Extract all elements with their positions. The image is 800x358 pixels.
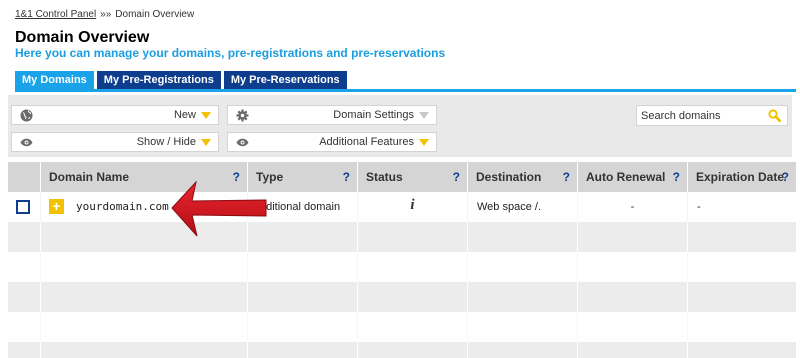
additional-features-button[interactable]: Additional Features <box>227 132 437 152</box>
type-cell: dditional domain <box>247 192 357 222</box>
column-header-label: Auto Renewal <box>586 170 666 184</box>
eye-icon <box>236 136 249 149</box>
empty-table-row <box>8 282 796 312</box>
breadcrumb: 1&1 Control Panel »» Domain Overview <box>15 9 194 20</box>
column-header-label: Status <box>366 170 403 184</box>
column-header-domain-name[interactable]: Domain Name ? <box>40 162 247 192</box>
table-header: Domain Name ? Type ? Status ? Destinatio… <box>8 162 796 192</box>
auto-renewal-value: - <box>630 201 635 213</box>
search-input[interactable] <box>641 108 766 123</box>
new-button-label: New <box>173 109 196 121</box>
search-box <box>636 105 788 126</box>
column-header-label: Expiration Date <box>696 170 785 184</box>
help-icon[interactable]: ? <box>563 162 570 192</box>
breadcrumb-current: Domain Overview <box>115 9 195 20</box>
select-column-header <box>8 162 40 192</box>
column-header-destination[interactable]: Destination ? <box>467 162 577 192</box>
page-subtitle: Here you can manage your domains, pre-re… <box>15 46 446 60</box>
search-icon[interactable] <box>768 109 782 123</box>
breadcrumb-separator: »» <box>100 9 112 20</box>
expiration-date-value: - <box>697 201 701 213</box>
help-icon[interactable]: ? <box>782 162 789 192</box>
column-header-expiration-date[interactable]: Expiration Date ? <box>687 162 796 192</box>
auto-renewal-cell: - <box>577 192 687 222</box>
destination-value: Web space /. <box>477 201 541 213</box>
tab-my-pre-registrations[interactable]: My Pre-Registrations <box>96 71 221 89</box>
column-header-label: Destination <box>476 170 542 184</box>
column-header-type[interactable]: Type ? <box>247 162 357 192</box>
gear-icon <box>236 109 249 122</box>
empty-table-row <box>8 312 796 342</box>
new-button[interactable]: New <box>11 105 219 125</box>
empty-table-row <box>8 222 796 252</box>
page-title: Domain Overview <box>15 29 150 46</box>
toolbar: New Domain Settings Show / Hide Addition… <box>8 95 792 157</box>
destination-cell: Web space /. <box>467 192 577 222</box>
tab-underline <box>15 89 796 92</box>
column-header-label: Domain Name <box>49 170 130 184</box>
help-icon[interactable]: ? <box>453 162 460 192</box>
additional-features-button-label: Additional Features <box>319 136 414 148</box>
info-icon[interactable]: i <box>358 197 467 214</box>
help-icon[interactable]: ? <box>343 162 350 192</box>
expand-plus-icon[interactable]: + <box>49 199 64 214</box>
chevron-down-icon <box>419 139 429 146</box>
chevron-down-icon <box>201 139 211 146</box>
eye-icon <box>20 136 33 149</box>
empty-table-row <box>8 252 796 282</box>
column-header-status[interactable]: Status ? <box>357 162 467 192</box>
column-header-auto-renewal[interactable]: Auto Renewal ? <box>577 162 687 192</box>
tab-bar: My Domains My Pre-Registrations My Pre-R… <box>15 71 347 89</box>
domain-settings-button[interactable]: Domain Settings <box>227 105 437 125</box>
empty-table-row <box>8 342 796 358</box>
status-cell: i <box>357 192 467 222</box>
breadcrumb-control-panel-link[interactable]: 1&1 Control Panel <box>15 9 96 20</box>
expiration-date-cell: - <box>687 192 796 222</box>
help-icon[interactable]: ? <box>233 162 240 192</box>
show-hide-button[interactable]: Show / Hide <box>11 132 219 152</box>
row-checkbox[interactable] <box>16 200 30 214</box>
tab-my-domains[interactable]: My Domains <box>15 71 94 89</box>
show-hide-button-label: Show / Hide <box>136 136 196 148</box>
type-value: dditional domain <box>260 201 341 213</box>
chevron-down-icon <box>419 112 429 119</box>
chevron-down-icon <box>201 112 211 119</box>
column-header-label: Type <box>256 170 284 184</box>
domain-settings-button-label: Domain Settings <box>333 109 414 121</box>
domain-name-cell: + yourdomain.com <box>40 192 247 222</box>
row-select-cell <box>8 192 40 222</box>
table-row[interactable]: + yourdomain.com dditional domain i Web … <box>8 192 796 222</box>
help-icon[interactable]: ? <box>673 162 680 192</box>
tab-my-pre-reservations[interactable]: My Pre-Reservations <box>223 71 347 89</box>
globe-icon <box>20 109 33 122</box>
domain-name-link[interactable]: yourdomain.com <box>76 200 169 213</box>
